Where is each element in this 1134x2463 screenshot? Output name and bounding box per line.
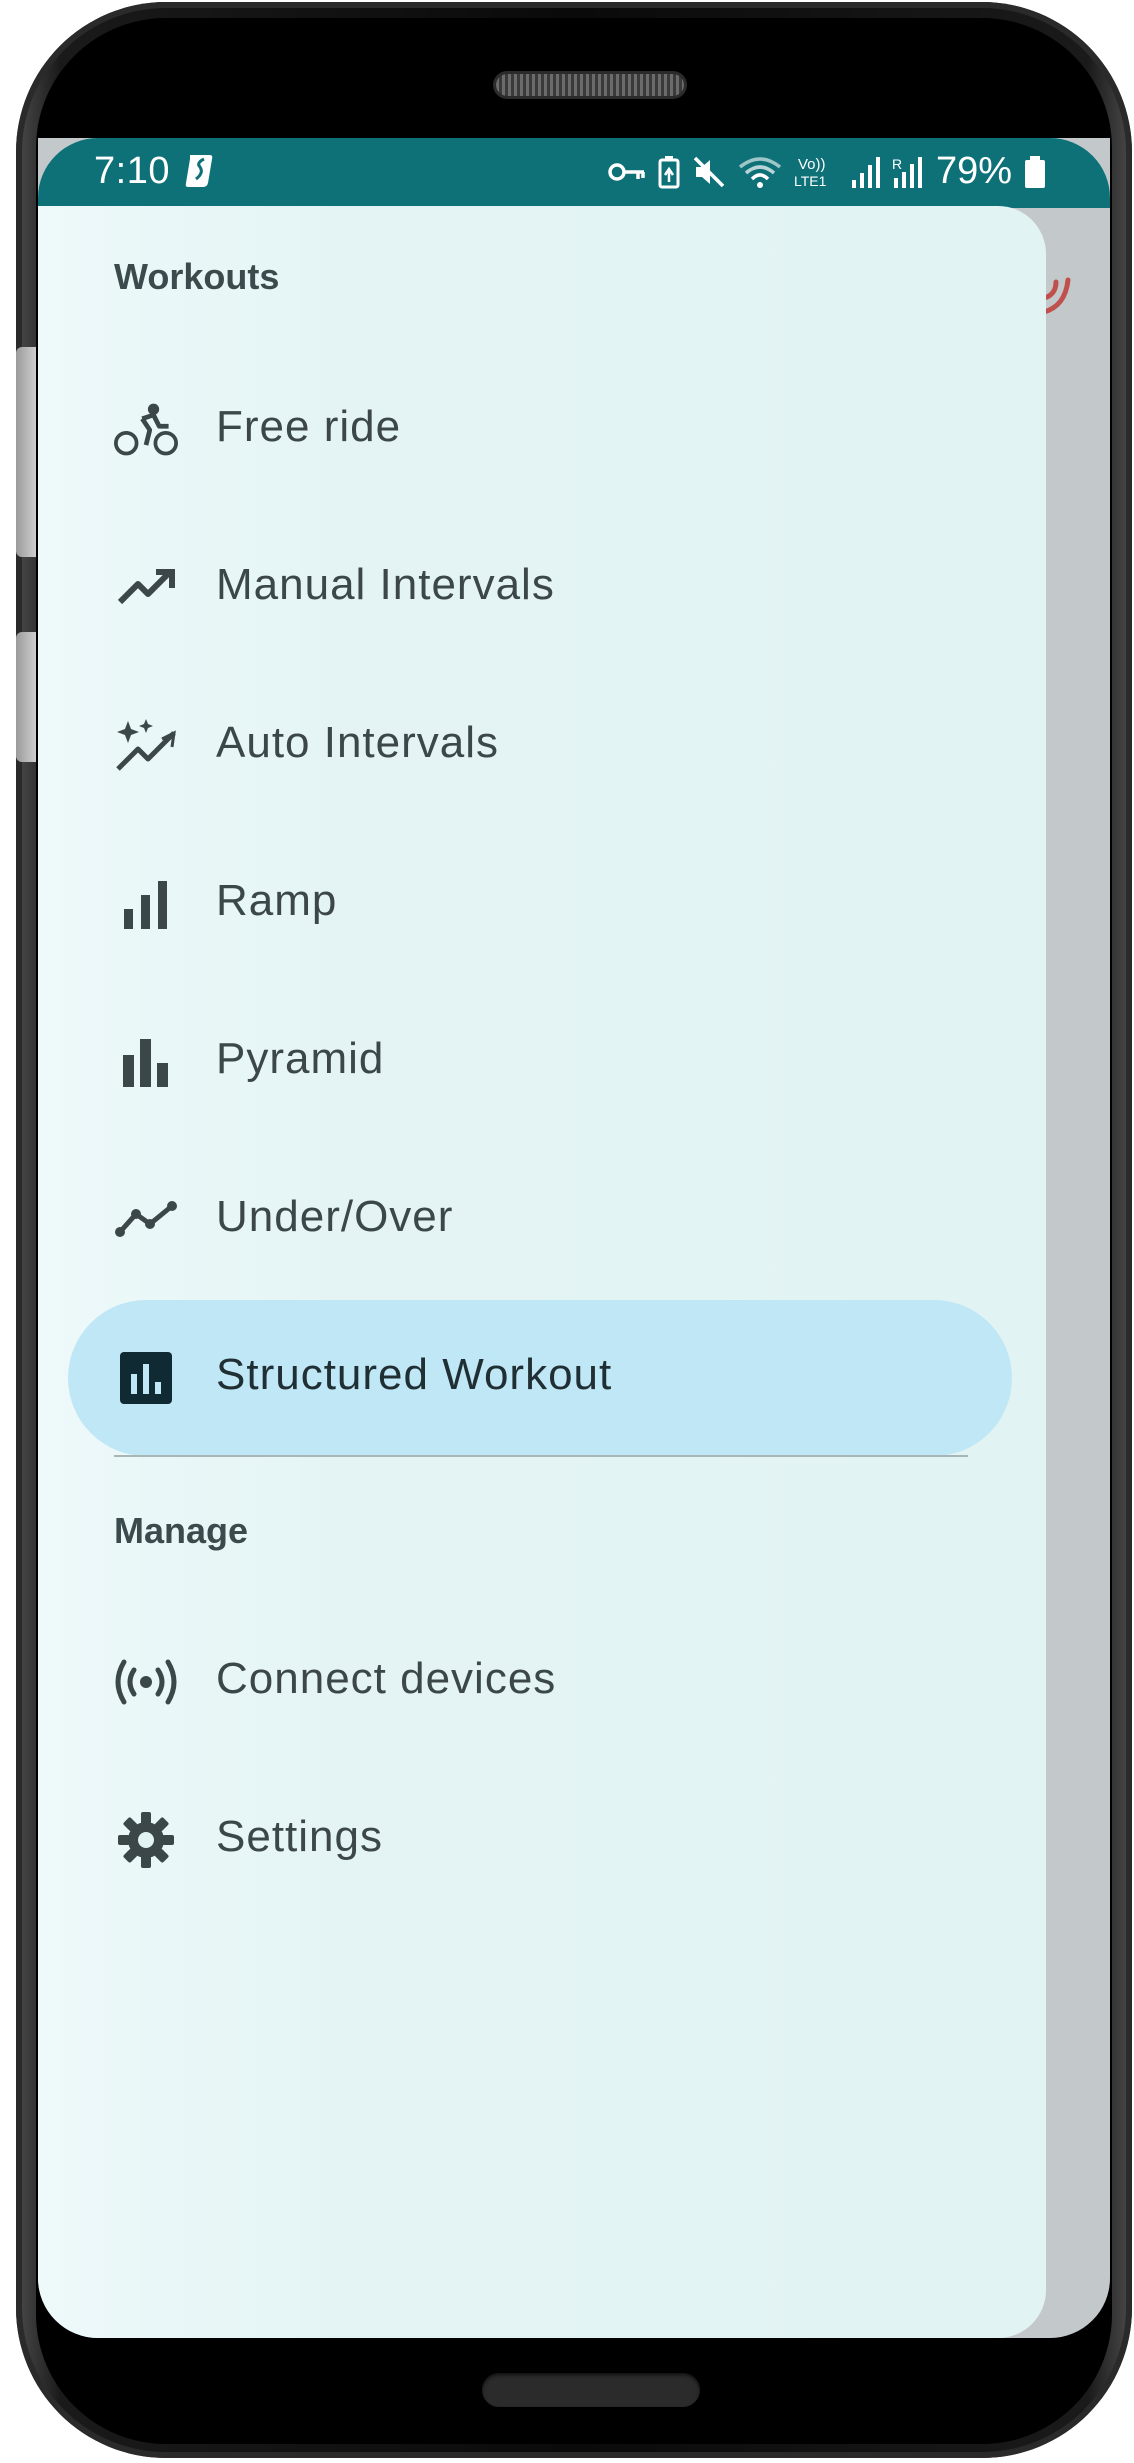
nav-item-structured-workout[interactable]: Structured Workout	[68, 1300, 1012, 1456]
nav-label: Auto Intervals	[216, 718, 500, 767]
nav-label: Under/Over	[216, 1192, 454, 1241]
signal-bars-icon	[114, 872, 178, 936]
nav-item-pyramid[interactable]: Pyramid	[68, 984, 1012, 1140]
mute-icon	[693, 156, 725, 187]
battery-icon	[1025, 155, 1045, 188]
svg-text:LTE1: LTE1	[794, 173, 827, 189]
nav-item-settings[interactable]: Settings	[68, 1762, 1012, 1918]
section-title-manage: Manage	[114, 1510, 249, 1551]
home-button	[482, 2373, 700, 2407]
nav-item-free-ride[interactable]: Free ride	[68, 352, 1012, 508]
nav-label: Structured Workout	[216, 1350, 613, 1399]
cast-icon	[1041, 277, 1071, 315]
nav-item-connect-devices[interactable]: Connect devices	[68, 1604, 1012, 1760]
trending-up-icon	[114, 556, 178, 620]
multiline-chart-icon	[114, 1188, 178, 1252]
broadcast-icon	[114, 1650, 178, 1714]
nav-label: Pyramid	[216, 1034, 385, 1083]
svg-text:R: R	[892, 156, 902, 172]
svg-text:Vo)): Vo))	[798, 156, 826, 173]
vpn-key-icon	[608, 162, 645, 181]
nav-label: Free ride	[216, 402, 402, 451]
status-bar: 7:10 Vo)) LTE1 R 79%	[38, 138, 1110, 208]
nav-item-manual-intervals[interactable]: Manual Intervals	[68, 510, 1012, 666]
bike-icon	[114, 398, 178, 462]
navigation-drawer: Workouts Free ride Manual Intervals Auto…	[38, 206, 1046, 2338]
status-time: 7:10	[94, 150, 170, 192]
nav-item-auto-intervals[interactable]: Auto Intervals	[68, 668, 1012, 824]
insert-chart-icon	[114, 1346, 178, 1410]
gear-icon	[114, 1808, 178, 1872]
signal-r-icon: R	[892, 156, 922, 188]
auto-graph-icon	[114, 714, 178, 778]
wifi-icon	[738, 156, 782, 188]
nav-item-under-over[interactable]: Under/Over	[68, 1142, 1012, 1298]
bar-chart-icon	[114, 1030, 178, 1094]
battery-percent: 79%	[935, 150, 1012, 192]
signal-icon	[851, 156, 880, 188]
volume-down-button	[16, 632, 36, 762]
section-divider	[114, 1455, 968, 1457]
nav-label: Ramp	[216, 876, 338, 925]
nav-label: Manual Intervals	[216, 560, 555, 609]
battery-saver-icon	[658, 155, 680, 188]
earpiece-speaker	[496, 74, 684, 96]
nav-item-ramp[interactable]: Ramp	[68, 826, 1012, 982]
section-title-workouts: Workouts	[114, 256, 280, 297]
app-notification-icon	[185, 155, 213, 187]
nav-label: Settings	[216, 1812, 383, 1861]
nav-label: Connect devices	[216, 1654, 557, 1703]
volte-icon: Vo)) LTE1	[794, 156, 827, 189]
volume-up-button	[16, 347, 36, 557]
